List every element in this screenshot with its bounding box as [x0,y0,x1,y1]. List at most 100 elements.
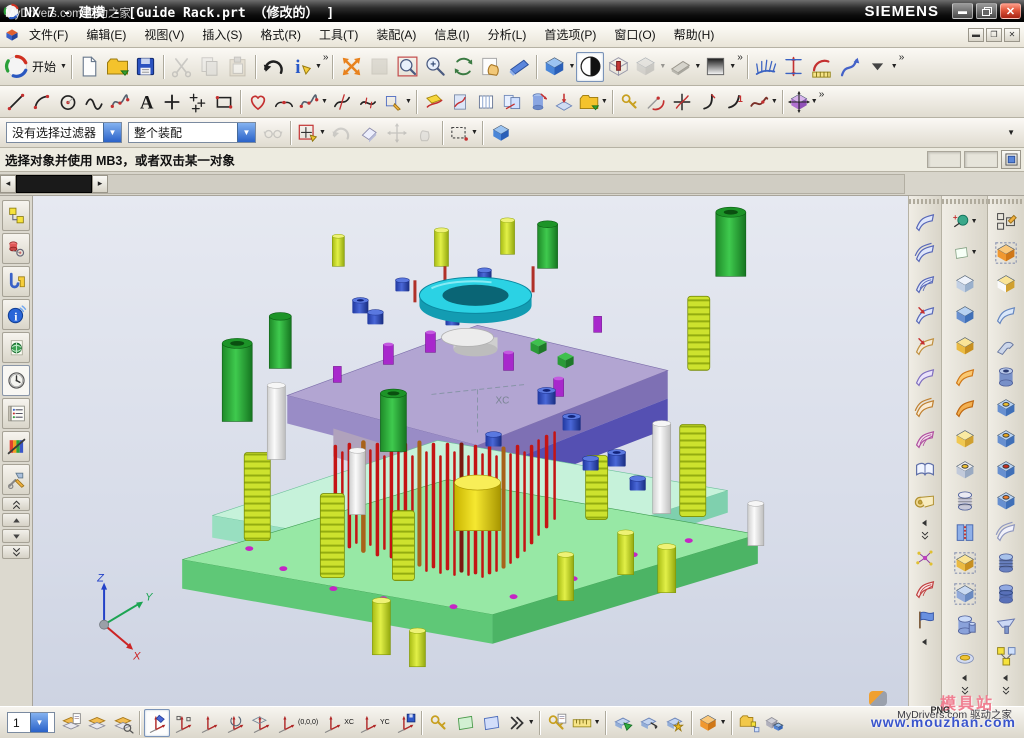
toolbar-options-chevron[interactable]: ▼ [1007,128,1021,137]
intersection-curve-button[interactable] [421,89,447,115]
offset-curve-button[interactable] [245,89,271,115]
arc-button[interactable] [29,89,55,115]
point-cloud-button[interactable] [911,542,939,573]
project-curve-button[interactable] [551,89,577,115]
four-point-surface-button[interactable] [911,573,939,604]
col1-scroll-left-button[interactable] [911,516,939,529]
datum-csys-button[interactable] [951,299,979,330]
rail-scroll-up-button[interactable] [2,513,30,527]
through-curves-button[interactable] [911,237,939,268]
sequence-button[interactable] [736,709,762,737]
mdi-close-button[interactable]: ✕ [1004,28,1020,42]
sweep-flange-button[interactable] [951,392,979,423]
work-layer-dropdown-icon[interactable]: ▼ [30,713,48,732]
menu-information[interactable]: 信息(I) [425,22,478,47]
sphere-bowl-button[interactable] [951,640,979,671]
customize-button[interactable] [544,709,570,737]
new-button[interactable] [76,52,104,82]
palettes-tab[interactable] [2,398,30,429]
assembly-navigator-tab[interactable] [2,200,30,231]
link-squares-button[interactable] [992,640,1020,671]
conic-button[interactable] [81,89,107,115]
menu-assemblies[interactable]: 装配(A) [367,22,425,47]
orient-cube-button[interactable]: ▼ [696,709,728,737]
snapshot-diamond-button[interactable] [452,709,478,737]
deselect-all-button[interactable] [355,118,383,148]
bounding-body-button[interactable] [951,547,979,578]
selection-scope-dropdown-icon[interactable]: ▼ [237,123,255,142]
hscroll-track[interactable]: ◂ ▸ [0,174,905,194]
work-layer-combo[interactable]: 1 ▼ [7,712,55,733]
menu-help[interactable]: 帮助(H) [665,22,724,47]
half-section-button[interactable] [992,268,1020,299]
rendering-style-button[interactable] [576,52,604,82]
toolbar-grip[interactable] [988,199,1024,204]
selection-scope-combo[interactable]: 整个装配 ▼ [128,122,256,143]
col1-scroll-left2-button[interactable] [911,635,939,648]
pocket-button[interactable] [992,454,1020,485]
derived-curve-button[interactable]: ▼ [577,89,609,115]
graphics-window[interactable]: XC [33,196,908,706]
move-face-button[interactable] [610,709,636,737]
text-button[interactable]: A [133,89,159,115]
section-curve-button[interactable] [447,89,473,115]
marquee-select-button[interactable]: ▼ [447,118,479,148]
elbow-button[interactable] [992,330,1020,361]
section-view-button[interactable]: ▼ [667,52,702,82]
rib-button[interactable] [992,547,1020,578]
cage-box-button[interactable] [992,237,1020,268]
styled-sweep-button[interactable] [911,361,939,392]
move-object-button[interactable]: ▼» [787,89,826,115]
fullscreen-button[interactable] [1001,150,1021,169]
fillet-curve-button[interactable] [695,89,721,115]
wcs-rotate-button[interactable] [170,709,196,737]
line-button[interactable] [3,89,29,115]
toolbar-grip[interactable] [942,199,987,204]
mdi-minimize-button[interactable]: ▬ [968,28,984,42]
trim-curve-button[interactable] [329,89,355,115]
offset-face-button[interactable] [636,709,662,737]
thread-button[interactable] [951,485,979,516]
selection-filter-dropdown-icon[interactable]: ▼ [103,123,121,142]
selection-filter-combo[interactable]: 没有选择过滤器 ▼ [6,122,122,143]
zoom-in-out-button[interactable]: + [421,52,449,82]
block-button[interactable] [951,423,979,454]
menu-preferences[interactable]: 首选项(P) [535,22,605,47]
show-hide-button[interactable]: i▼» [288,52,330,82]
tangent-curve-button[interactable] [643,89,669,115]
restore-button[interactable] [976,3,997,19]
rail-scroll-top-button[interactable] [2,497,30,511]
constraint-navigator-tab[interactable] [2,233,30,264]
swept-button[interactable] [911,299,939,330]
menu-edit[interactable]: 编辑(E) [77,22,135,47]
sketch-button[interactable]: +▼ [951,206,979,237]
zoom-box-button[interactable] [393,52,421,82]
close-button[interactable]: ✕ [1000,3,1021,19]
deviation-gauge-button[interactable] [780,52,808,82]
open-button[interactable] [104,52,132,82]
studio-spline-button[interactable] [107,89,133,115]
curve-shape-analysis-button[interactable] [752,52,780,82]
variational-sweep-button[interactable] [911,330,939,361]
enclosure-button[interactable] [951,578,979,609]
divide-curve-button[interactable] [355,89,381,115]
roles-tab[interactable] [2,431,30,462]
pattern-face-button[interactable] [662,709,688,737]
wcs-set-xc-button[interactable]: XC [320,709,356,737]
menu-format[interactable]: 格式(R) [251,22,310,47]
boss-button[interactable] [992,423,1020,454]
hole-button[interactable] [992,392,1020,423]
layer-settings-button[interactable] [58,709,84,737]
edit-curve-button[interactable]: ▼ [381,89,413,115]
cross-curve-button[interactable] [669,89,695,115]
visible-in-view-button[interactable] [84,709,110,737]
fit-view-button[interactable] [337,52,365,82]
minimize-button[interactable]: ▬ [952,3,973,19]
join-curve-button[interactable]: ▼ [297,89,329,115]
spline-key-button[interactable] [617,89,643,115]
undo-button[interactable] [260,52,288,82]
assembly-cubes-button[interactable] [762,709,788,737]
shaded-display-button[interactable]: ▼ [541,52,576,82]
measure-distance-button[interactable] [808,52,836,82]
hscroll-right-button[interactable]: ▸ [92,175,108,193]
